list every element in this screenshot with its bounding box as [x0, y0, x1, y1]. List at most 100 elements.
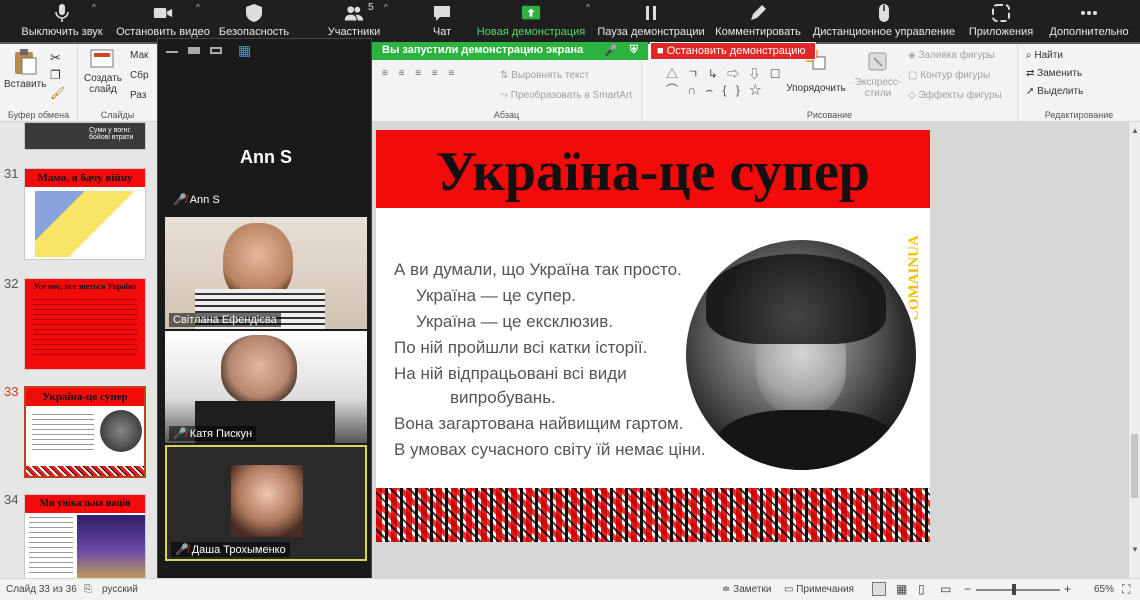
participant-face: [221, 335, 297, 405]
microphone-icon: [55, 4, 69, 22]
remote-control-button[interactable]: Дистанционное управление: [810, 0, 958, 44]
apps-button[interactable]: Приложения: [964, 0, 1038, 44]
slide-thumbnail-34[interactable]: Ми унікальна нація: [24, 494, 146, 586]
mute-options-caret[interactable]: ^: [92, 3, 96, 12]
slides-group-label: Слайды: [100, 110, 135, 120]
shapes-gallery[interactable]: △ ㄱ ↳ ⇨ ⇩ ☐ ⌒ ∩ ⌢ { } ☆: [666, 66, 784, 98]
single-view-icon[interactable]: [188, 47, 200, 54]
slideshow-icon[interactable]: ▭: [940, 582, 951, 596]
slides-panel: Суми у вогні: бойові втрати 31 Мамо, я б…: [0, 122, 157, 586]
slide-thumbnail-30[interactable]: Суми у вогні: бойові втрати: [24, 122, 146, 150]
participant-video-tile[interactable]: Світлана Ефендієва: [165, 217, 367, 329]
replace-button[interactable]: ⇄ Заменить: [1026, 68, 1082, 79]
reset-button[interactable]: Сбр: [130, 70, 149, 81]
slide-number: 33: [4, 384, 19, 399]
share-status: Вы запустили демонстрацию экрана 🎤 ⛨: [372, 42, 648, 60]
slide-33-portrait: [100, 410, 142, 452]
pause-share-button[interactable]: Пауза демонстрации: [596, 0, 706, 44]
participant-video-tile[interactable]: 🎤̸ Катя Пискун: [165, 331, 367, 443]
shape-fill-button[interactable]: ◈ Заливка фигуры: [908, 50, 995, 61]
editing-group: ⌕ Найти ⇄ Заменить ➚ Выделить Редактиров…: [1018, 44, 1140, 122]
participant-name-tag: Світлана Ефендієва: [169, 313, 281, 327]
paste-button[interactable]: Вставить: [4, 48, 46, 90]
shape-effects-button[interactable]: ◇ Эффекты фигуры: [908, 90, 1002, 101]
chat-button[interactable]: Чат: [418, 0, 466, 44]
zoom-slider-thumb[interactable]: [1012, 584, 1016, 595]
participant-name-tag: 🎤̸ Катя Пискун: [169, 426, 257, 441]
slide-30-caption: Суми у вогні: бойові втрати: [89, 127, 134, 141]
pause-icon: [646, 6, 656, 20]
host-video-tile[interactable]: Ann S 🎤̸ Ann S: [165, 101, 367, 209]
zoom-video-gallery: ▦ Ann S 🎤̸ Ann S Світлана Ефендієва 🎤̸ Кат…: [157, 38, 372, 598]
portrait-hair: [706, 254, 886, 344]
copy-icon[interactable]: ❐: [50, 68, 61, 82]
section-button[interactable]: Раз: [130, 90, 146, 101]
slide-thumbnail-31[interactable]: Мамо, я бачу війну: [24, 168, 146, 260]
notes-button[interactable]: ≐ Заметки: [722, 584, 771, 595]
chat-bubble-icon: [434, 6, 450, 21]
poem-line: Україна — це супер.: [416, 286, 576, 305]
zoom-level[interactable]: 65%: [1094, 584, 1114, 595]
scroll-up-arrow[interactable]: ▲: [1131, 126, 1139, 135]
shield-check-icon: ⛨: [629, 44, 638, 56]
slide-31-title: Мамо, я бачу війну: [25, 169, 145, 187]
annotate-button[interactable]: Комментировать: [712, 0, 804, 44]
poem-line: На ній відпрацьовані всі види: [394, 364, 627, 383]
smartart-button[interactable]: ⤳ Преобразовать в SmartArt: [500, 90, 632, 101]
minimize-icon[interactable]: [166, 51, 178, 53]
scroll-thumb[interactable]: [1131, 434, 1138, 498]
poem-line: По ній пройшли всі катки історії.: [394, 338, 648, 357]
select-button[interactable]: ➚ Выделить: [1026, 86, 1083, 97]
slide-title: Україна-це супер: [436, 141, 870, 203]
spellcheck-icon[interactable]: ⎘: [84, 584, 92, 595]
layout-button[interactable]: Мак: [130, 50, 148, 61]
slide-counter: Слайд 33 из 36: [6, 584, 77, 595]
zoom-slider-track[interactable]: [976, 589, 1060, 591]
fit-to-window-icon[interactable]: ⛶: [1122, 582, 1130, 597]
find-button[interactable]: ⌕ Найти: [1026, 50, 1063, 61]
cut-icon[interactable]: ✂: [50, 50, 61, 66]
share-banner: Вы запустили демонстрацию экрана 🎤 ⛨ ■ О…: [372, 42, 816, 60]
active-speaker-video-tile[interactable]: 🎤̸ Даша Трохыменко: [165, 445, 367, 561]
reading-view-icon[interactable]: ▯: [918, 582, 925, 596]
language-indicator[interactable]: русский: [102, 584, 138, 595]
slide-thumbnail-33[interactable]: Україна-це супер: [24, 386, 146, 478]
search-icon: ⌕: [1026, 50, 1032, 61]
poem-line: випробувань.: [450, 388, 556, 407]
slide-33-ornament: [26, 466, 144, 476]
video-options-caret[interactable]: ^: [196, 3, 200, 12]
participants-count: 5: [368, 2, 374, 13]
zoom-in-button[interactable]: +: [1064, 582, 1071, 596]
quick-styles-button[interactable]: Экспресс- стили: [850, 48, 906, 99]
alignment-icons[interactable]: ≡ ≡ ≡ ≡ ≡: [382, 68, 458, 79]
muted-mic-icon: 🎤̸: [173, 428, 187, 440]
participants-options-caret[interactable]: ^: [384, 3, 388, 12]
poem-line: Вона загартована найвищим гартом.: [394, 414, 684, 433]
zoom-out-button[interactable]: −: [964, 582, 971, 596]
gallery-view-icon[interactable]: ▦: [238, 42, 251, 59]
poem-line: В умовах сучасного світу їй немає ціни.: [394, 440, 706, 459]
new-slide-button[interactable]: Создать слайд: [82, 48, 124, 95]
shape-outline-button[interactable]: ▢ Контур фигуры: [908, 70, 990, 81]
align-text-button[interactable]: ⇅ Выровнять текст: [500, 70, 589, 81]
slide-thumbnail-32[interactable]: Усе моє, все зветься Україна: [24, 278, 146, 370]
format-painter-icon[interactable]: 🖌: [50, 86, 65, 100]
share-options-caret[interactable]: ^: [586, 3, 590, 12]
more-button[interactable]: Дополнительно: [1044, 0, 1134, 44]
comments-button[interactable]: ▭ Примечания: [784, 584, 854, 595]
strip-view-icon[interactable]: [210, 47, 222, 54]
apps-icon: [992, 4, 1010, 22]
slide-number: 31: [4, 166, 19, 181]
current-slide[interactable]: Україна-це супер COMAINUA А ви думали, щ…: [376, 130, 930, 542]
video-camera-icon: [153, 8, 173, 18]
scroll-down-arrow[interactable]: ▼: [1131, 545, 1139, 554]
new-share-button[interactable]: Новая демонстрация: [474, 0, 588, 44]
normal-view-icon[interactable]: [872, 582, 886, 596]
slide-34-image: [77, 515, 145, 585]
vertical-scrollbar[interactable]: ▲ ▼: [1128, 122, 1140, 578]
slide-33-text-block: [32, 414, 94, 454]
portrait-clothes: [716, 410, 896, 470]
stop-share-button[interactable]: ■ Остановить демонстрацию: [650, 42, 816, 60]
more-dots-icon: [1081, 11, 1097, 15]
slide-sorter-icon[interactable]: ▦: [896, 582, 907, 596]
